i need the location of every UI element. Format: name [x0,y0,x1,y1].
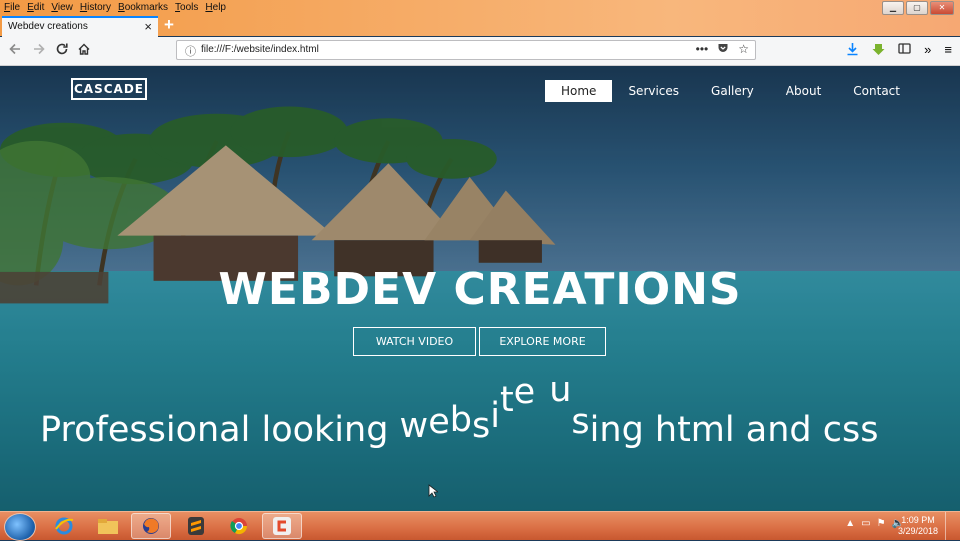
forward-icon[interactable] [32,42,46,59]
hero-tagline: Professional looking website using html … [40,370,879,452]
menu-edit[interactable]: Edit [27,1,44,14]
tray-device-icon[interactable]: ▭ [861,518,870,529]
url-actions: ••• ☆ [696,42,749,57]
bookmark-star-icon[interactable]: ☆ [738,42,749,57]
tagline-letter: s [571,402,590,442]
pocket-icon[interactable] [717,42,729,57]
mouse-cursor-icon [428,484,440,501]
menu-bookmarks[interactable]: Bookmarks [118,1,168,14]
overflow-chevron-icon[interactable]: » [924,42,931,60]
tray-expand-icon[interactable]: ▲ [845,518,855,529]
explore-more-button[interactable]: EXPLORE MORE [479,327,606,356]
minimize-button[interactable]: ▁ [882,1,904,15]
reload-icon[interactable] [55,42,69,59]
start-button-icon[interactable] [4,513,36,541]
tagline-letter: t [499,380,514,420]
maximize-button[interactable]: ▢ [906,1,928,15]
url-text: file:///F:/website/index.html [201,44,319,55]
menu-help[interactable]: Help [205,1,226,14]
menu-tools[interactable]: Tools [175,1,198,14]
nav-gallery[interactable]: Gallery [695,80,770,102]
nav-home[interactable]: Home [545,80,613,102]
tagline-letter: e [513,372,536,412]
extension-icon[interactable] [872,42,885,60]
tagline-letter: u [549,370,572,410]
internet-explorer-icon[interactable] [44,513,84,539]
taskbar-clock[interactable]: 1:09 PM 3/29/2018 [898,515,938,537]
site-logo[interactable]: CASCADE [71,78,147,100]
new-tab-button[interactable]: + [164,15,174,35]
site-nav: Home Services Gallery About Contact [545,80,916,102]
tab-close-icon[interactable]: × [144,19,152,34]
hero-title: WEBDEV CREATIONS [218,264,742,315]
nav-services[interactable]: Services [612,80,695,102]
hamburger-menu-icon[interactable]: ≡ [944,42,952,60]
firefox-taskbar-icon[interactable] [131,513,171,539]
page-viewport: CASCADE Home Services Gallery About Cont… [0,66,960,511]
menu-file[interactable]: File [4,1,20,14]
menu-history[interactable]: History [80,1,111,14]
system-tray: ▲ ▭ ⚑ 🔈 [845,518,904,529]
tagline-after: ing html and css [589,410,879,450]
downloads-icon[interactable] [846,42,859,60]
site-info-icon[interactable]: ⓘ [185,43,196,59]
home-icon[interactable] [77,42,91,59]
nav-about[interactable]: About [770,80,837,102]
tab-title: Webdev creations [8,21,88,32]
chrome-icon[interactable] [219,513,259,539]
toolbar-right: » ≡ [846,42,952,60]
tagline-letter: b [449,400,472,440]
clock-time: 1:09 PM [901,515,935,525]
tagline-letter: s [471,406,491,446]
page-actions-icon[interactable]: ••• [696,42,709,57]
tagline-letter: i [490,396,500,436]
menu-bar: File Edit View History Bookmarks Tools H… [4,1,226,14]
sublime-text-icon[interactable] [176,513,216,539]
file-explorer-icon[interactable] [88,513,128,539]
tagline-letter: w [399,406,429,446]
show-desktop-button[interactable] [945,512,960,540]
close-window-button[interactable]: ✕ [930,1,954,15]
nav-contact[interactable]: Contact [837,80,916,102]
action-center-flag-icon[interactable]: ⚑ [877,518,886,529]
browser-titlebar: File Edit View History Bookmarks Tools H… [0,0,960,37]
tagline-letter: e [428,402,450,442]
camtasia-recorder-icon[interactable] [262,513,302,539]
back-icon[interactable] [8,42,22,59]
windows-taskbar: ▲ ▭ ⚑ 🔈 1:09 PM 3/29/2018 [0,511,960,541]
clock-date: 3/29/2018 [897,526,938,536]
watch-video-button[interactable]: WATCH VIDEO [353,327,476,356]
window-controls: ▁ ▢ ✕ [882,1,954,15]
browser-navbar: ⓘ file:///F:/website/index.html ••• ☆ » … [0,37,960,66]
menu-view[interactable]: View [51,1,73,14]
tab-webdev-creations[interactable]: Webdev creations × [2,16,158,37]
sidebar-icon[interactable] [898,42,911,60]
url-bar[interactable]: ⓘ file:///F:/website/index.html ••• ☆ [176,40,756,60]
tagline-before: Professional looking [40,410,400,450]
